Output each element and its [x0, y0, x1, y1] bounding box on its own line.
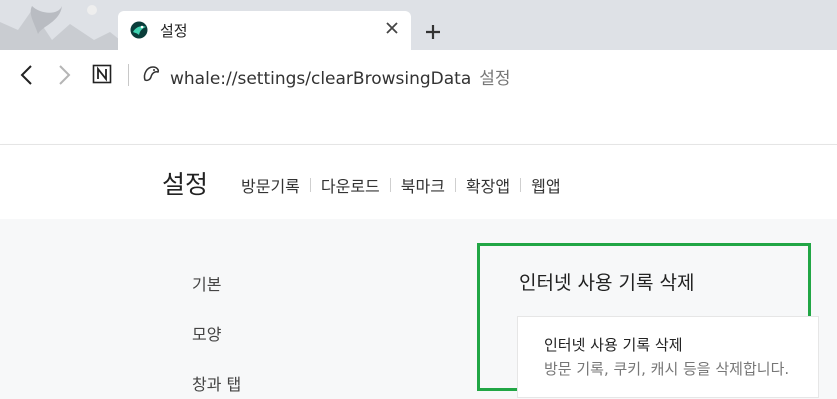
- nav-extensions[interactable]: 확장앱: [466, 173, 510, 197]
- toolbar-separator: [128, 64, 129, 86]
- url-text: whale://settings/clearBrowsingData: [170, 69, 472, 89]
- card-description: 방문 기록, 쿠키, 캐시 등을 삭제합니다.: [544, 360, 790, 378]
- nav-divider: [309, 178, 311, 192]
- sidebar-item-basic[interactable]: 기본: [192, 271, 221, 295]
- address-bar[interactable]: whale://settings/clearBrowsingData 설정: [170, 64, 511, 89]
- nav-webapps[interactable]: 웹앱: [531, 173, 560, 197]
- url-page-title: 설정: [479, 69, 511, 89]
- nav-divider: [389, 178, 391, 192]
- panel-title: 인터넷 사용 기록 삭제: [519, 272, 695, 294]
- nav-divider: [520, 178, 522, 192]
- settings-header: 설정 방문기록 다운로드 북마크 확장앱 웹앱: [0, 144, 837, 220]
- clear-browsing-data-card[interactable]: 인터넷 사용 기록 삭제 방문 기록, 쿠키, 캐시 등을 삭제합니다.: [517, 316, 819, 398]
- close-icon[interactable]: [384, 20, 400, 36]
- tab-settings[interactable]: 설정: [118, 11, 411, 50]
- decorative-whale-illustration: [0, 5, 120, 50]
- tab-title: 설정: [160, 22, 188, 40]
- whale-site-icon[interactable]: [141, 64, 161, 84]
- settings-nav: 방문기록 다운로드 북마크 확장앱 웹앱: [241, 173, 561, 197]
- clear-browsing-data-panel: 인터넷 사용 기록 삭제 인터넷 사용 기록 삭제 방문 기록, 쿠키, 캐시 …: [477, 243, 819, 398]
- card-title: 인터넷 사용 기록 삭제: [544, 336, 683, 354]
- forward-arrow-icon[interactable]: [53, 64, 75, 86]
- sidebar-item-appearance[interactable]: 모양: [192, 321, 221, 345]
- nav-bookmarks[interactable]: 북마크: [401, 173, 445, 197]
- nav-history[interactable]: 방문기록: [241, 173, 300, 197]
- whale-logo-icon: [130, 21, 148, 39]
- sidebar-item-windows-tabs[interactable]: 창과 탭: [192, 371, 241, 395]
- back-arrow-icon[interactable]: [16, 64, 38, 86]
- page-title: 설정: [162, 170, 209, 199]
- reader-mode-icon[interactable]: [92, 64, 112, 84]
- plus-icon[interactable]: [423, 22, 443, 42]
- blank-band: [0, 100, 837, 144]
- tab-strip: 설정: [0, 0, 837, 50]
- nav-divider: [454, 178, 456, 192]
- nav-downloads[interactable]: 다운로드: [321, 173, 380, 197]
